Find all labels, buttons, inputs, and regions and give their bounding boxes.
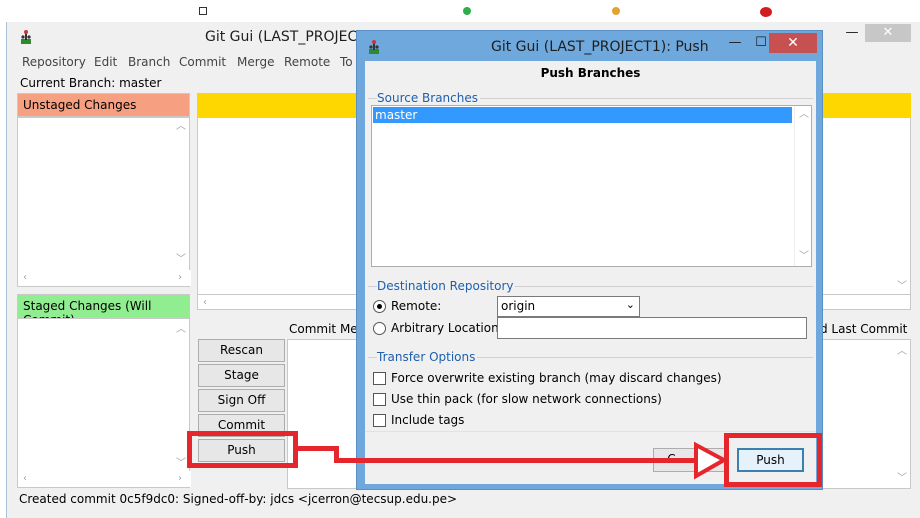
annotation-box-main-push <box>187 431 298 468</box>
main-close-button[interactable]: ✕ <box>865 24 911 42</box>
scroll-left-icon[interactable]: ‹ <box>23 273 27 283</box>
background-red-dot-icon <box>760 7 772 17</box>
force-overwrite-label: Force overwrite existing branch (may dis… <box>391 371 722 385</box>
source-branches-label: Source Branches <box>377 91 480 105</box>
force-overwrite-checkbox[interactable] <box>373 372 386 385</box>
stage-changed-button[interactable]: Stage Changed <box>198 364 285 403</box>
commit-message-scrollbar[interactable]: ︿ ﹀ <box>893 340 910 488</box>
scroll-up-icon[interactable]: ︿ <box>897 347 907 357</box>
annotation-connector-3 <box>334 458 706 463</box>
status-bar: Created commit 0c5f9dc0: Signed-off-by: … <box>19 492 458 506</box>
menu-remote[interactable]: Remote <box>284 55 330 69</box>
menu-edit[interactable]: Edit <box>94 55 117 69</box>
staged-changes-header: Staged Changes (Will Commit) <box>17 294 190 327</box>
scroll-right-icon[interactable]: › <box>178 474 182 484</box>
arbitrary-location-radio[interactable] <box>373 322 386 335</box>
push-branches-heading: Push Branches <box>540 66 641 80</box>
push-dialog-body: Push Branches Source Branches master ︿ ﹀… <box>365 61 816 484</box>
push-dialog: Git Gui (LAST_PROJECT1): Push — ☐ ✕ Push… <box>356 30 823 490</box>
scroll-down-icon[interactable]: ﹀ <box>799 252 809 262</box>
arbitrary-location-input[interactable] <box>497 317 807 339</box>
unstaged-changes-header: Unstaged Changes <box>17 93 190 117</box>
unstaged-vertical-scrollbar[interactable]: ︿ ﹀ <box>172 118 189 286</box>
arbitrary-location-label: Arbitrary Location: <box>391 321 503 335</box>
scroll-down-icon[interactable]: ﹀ <box>897 474 907 484</box>
remote-select[interactable]: origin ⌄ <box>497 296 640 317</box>
main-window-title: Git Gui (LAST_PROJECT <box>205 29 366 45</box>
button-separator <box>365 431 816 432</box>
remote-select-value: origin <box>501 299 536 313</box>
commit-message-label: Commit Mes <box>289 322 364 336</box>
background-green-dot-icon <box>463 7 471 15</box>
unstaged-changes-label: Unstaged Changes <box>23 98 137 112</box>
rescan-button[interactable]: Rescan <box>198 339 285 362</box>
scroll-up-icon[interactable]: ︿ <box>176 325 186 335</box>
menu-tools[interactable]: To <box>340 55 353 69</box>
thin-pack-label: Use thin pack (for slow network connecti… <box>391 392 662 406</box>
diff-vertical-scrollbar[interactable]: ﹀ <box>893 118 910 308</box>
transfer-options-label: Transfer Options <box>377 350 478 364</box>
source-branches-list[interactable]: master ︿ ﹀ <box>371 105 812 267</box>
unstaged-changes-list[interactable]: ︿ ﹀ ‹ › <box>17 117 191 287</box>
menu-commit[interactable]: Commit <box>179 55 226 69</box>
staged-changes-list[interactable]: ︿ ﹀ ‹ › <box>17 318 191 488</box>
main-minimize-button[interactable]: — <box>837 24 867 42</box>
source-branch-master[interactable]: master <box>373 107 792 123</box>
scroll-down-icon[interactable]: ﹀ <box>176 459 186 469</box>
thin-pack-checkbox[interactable] <box>373 393 386 406</box>
push-dialog-title: Git Gui (LAST_PROJECT1): Push <box>491 39 709 55</box>
annotation-connector-1 <box>297 446 337 451</box>
include-tags-checkbox[interactable] <box>373 414 386 427</box>
amend-last-commit-label[interactable]: d Last Commit <box>820 322 907 336</box>
scroll-up-icon[interactable]: ︿ <box>176 122 186 132</box>
scroll-down-icon[interactable]: ﹀ <box>176 255 186 265</box>
annotation-box-dialog-push <box>724 433 822 487</box>
scroll-right-icon[interactable]: › <box>178 273 182 283</box>
git-gui-app-icon <box>369 40 379 54</box>
background-app-strip <box>0 0 920 22</box>
menu-merge[interactable]: Merge <box>237 55 274 69</box>
unstaged-horizontal-scrollbar[interactable]: ‹ › <box>18 270 191 286</box>
annotation-arrow-icon <box>694 441 729 480</box>
dialog-close-button[interactable]: ✕ <box>769 33 817 53</box>
background-orange-dot-icon <box>612 7 620 15</box>
git-gui-app-icon <box>21 30 31 44</box>
scroll-down-icon[interactable]: ﹀ <box>897 282 907 292</box>
background-checkbox-icon <box>199 7 207 15</box>
remote-label: Remote: <box>391 299 442 313</box>
staged-horizontal-scrollbar[interactable]: ‹ › <box>18 471 191 487</box>
source-branches-scrollbar[interactable]: ︿ ﹀ <box>794 106 811 266</box>
scroll-left-icon[interactable]: ‹ <box>203 298 207 308</box>
destination-repository-label: Destination Repository <box>377 279 516 293</box>
remote-radio[interactable] <box>373 300 386 313</box>
scroll-left-icon[interactable]: ‹ <box>23 474 27 484</box>
sign-off-button[interactable]: Sign Off <box>198 389 285 412</box>
menu-branch[interactable]: Branch <box>128 55 170 69</box>
dialog-minimize-button[interactable]: — <box>721 34 749 52</box>
menu-repository[interactable]: Repository <box>22 55 86 69</box>
current-branch-label: Current Branch: master <box>20 76 162 90</box>
chevron-down-icon[interactable]: ⌄ <box>626 298 635 311</box>
scroll-up-icon[interactable]: ︿ <box>799 110 809 120</box>
include-tags-label: Include tags <box>391 413 465 427</box>
